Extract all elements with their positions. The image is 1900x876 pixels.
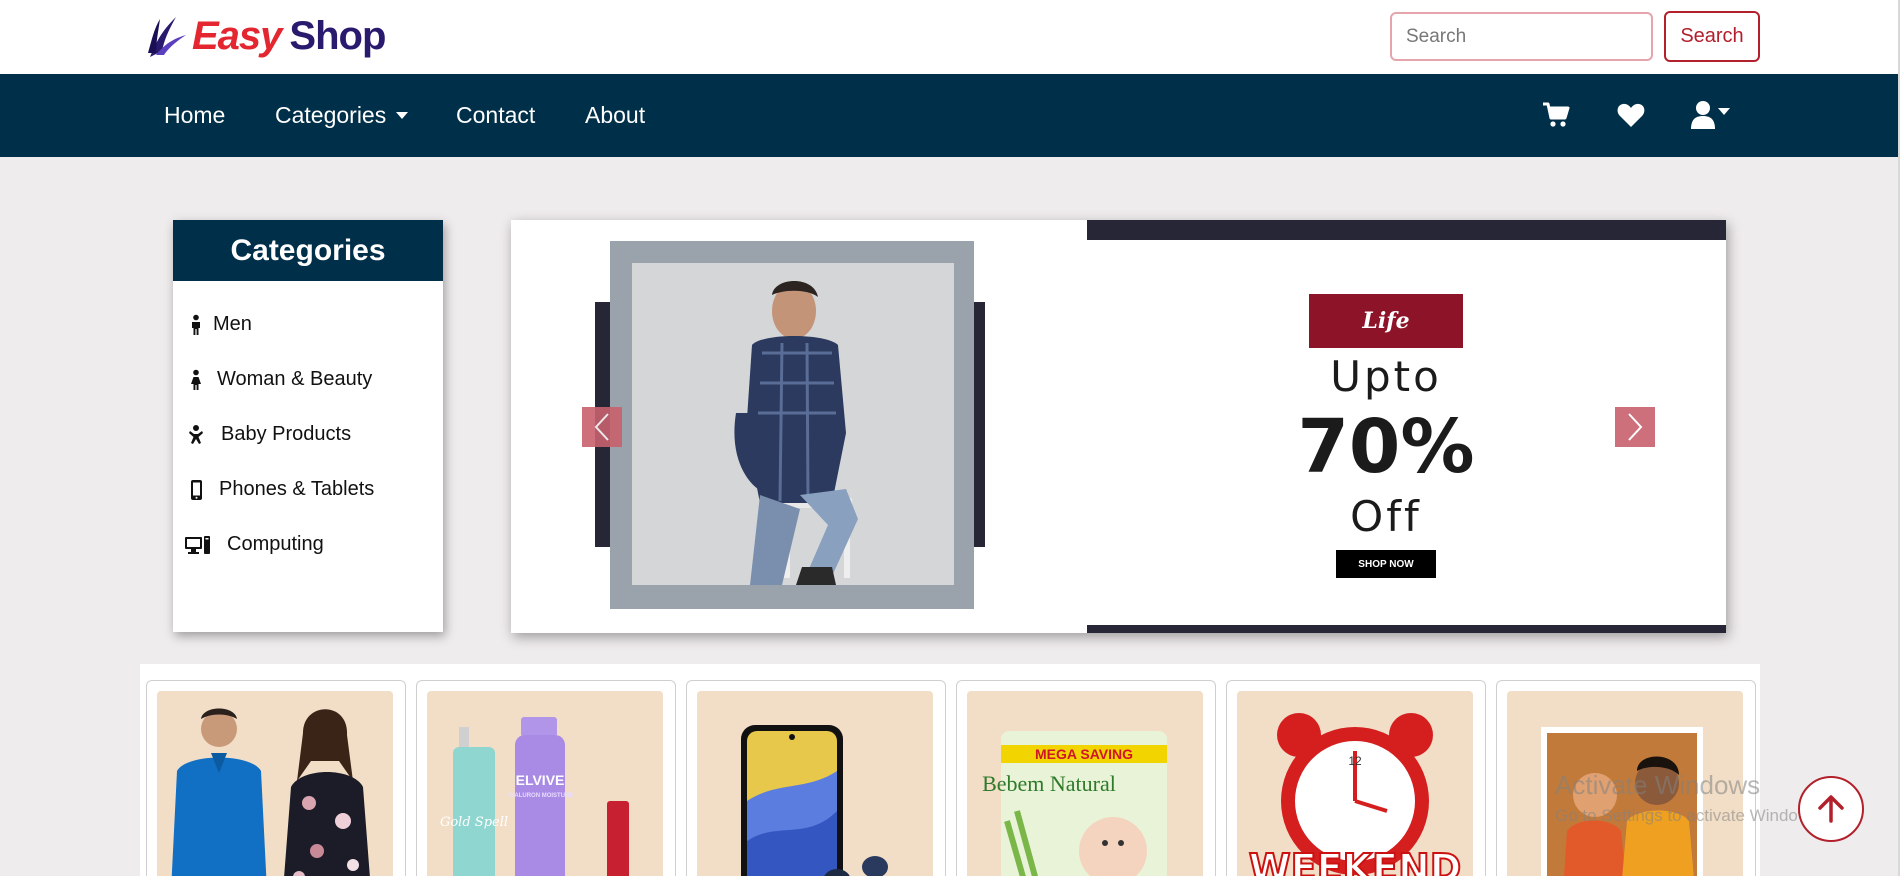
product-image-diapers: MEGA SAVING Bebem Natural [967, 691, 1203, 876]
promo-badge: Life [1309, 294, 1463, 348]
product-image-weekend-deals: 12 WEEKEND [1237, 691, 1473, 876]
nav-contact[interactable]: Contact [456, 102, 535, 129]
bottle-label: Gold Spell [440, 815, 508, 830]
carousel-next-button[interactable] [1615, 407, 1655, 447]
product-card[interactable]: MEGA SAVING Bebem Natural [956, 680, 1216, 876]
nav-categories-label: Categories [275, 102, 387, 128]
nav-home[interactable]: Home [164, 102, 225, 129]
female-icon [191, 369, 201, 390]
nav-categories-dropdown[interactable]: Categories [275, 102, 409, 129]
shop-now-button[interactable]: SHOP NOW [1336, 550, 1436, 578]
model-photo [632, 263, 954, 585]
product-card[interactable] [686, 680, 946, 876]
caret-down-icon [396, 112, 409, 119]
promo-discount: 70% [1297, 404, 1475, 490]
arrow-up-icon [1818, 795, 1844, 823]
sidebar-item-men[interactable]: Men [173, 297, 443, 352]
os-watermark-subtitle: Go to Settings to activate Windows. [1555, 806, 1824, 825]
product-card[interactable]: 12 WEEKEND [1226, 680, 1486, 876]
user-icon [1691, 101, 1715, 129]
product-banner-text: MEGA SAVING [1035, 746, 1133, 762]
chevron-left-icon [594, 413, 609, 441]
categories-sidebar: Categories Men Woman & Beauty Baby Produ… [173, 220, 443, 632]
search-input[interactable] [1390, 12, 1653, 61]
caret-down-icon [1718, 108, 1730, 115]
product-subtext: HYALURON MOISTURE [507, 793, 574, 799]
bird-logo-icon [148, 17, 186, 57]
category-list: Men Woman & Beauty Baby Products Phones … [173, 281, 443, 572]
baby-icon [189, 424, 203, 444]
sidebar-title: Categories [173, 220, 443, 281]
promo-line-upto: Upto [1330, 352, 1442, 401]
product-image-beauty: Gold Spell ELVIVE HYALURON MOISTURE [427, 691, 663, 876]
sidebar-item-label: Woman & Beauty [217, 368, 373, 390]
cart-icon[interactable] [1541, 100, 1571, 130]
product-image-fashion [157, 691, 393, 876]
user-menu-dropdown[interactable] [1690, 100, 1738, 130]
nav-about[interactable]: About [585, 102, 645, 129]
heart-icon[interactable] [1616, 100, 1646, 130]
chevron-right-icon [1628, 413, 1643, 441]
banner-bottom-stripe [1087, 625, 1726, 633]
brand-name-easy: Easy [192, 13, 282, 58]
sidebar-item-label: Phones & Tablets [219, 478, 375, 500]
product-brand-text: Bebem Natural [982, 771, 1116, 796]
product-brand-text: ELVIVE [516, 772, 565, 788]
product-image-phone [697, 691, 933, 876]
promo-line-off: Off [1350, 492, 1422, 541]
svg-text:12: 12 [1348, 754, 1362, 768]
search-button[interactable]: Search [1664, 11, 1760, 62]
sidebar-item-label: Computing [227, 533, 324, 555]
phone-icon [191, 479, 202, 500]
sidebar-item-computing[interactable]: Computing [173, 517, 443, 572]
male-icon [192, 314, 200, 335]
sidebar-item-label: Baby Products [221, 423, 352, 445]
sidebar-item-label: Men [213, 313, 252, 335]
hero-carousel[interactable]: Life Upto 70% Off SHOP NOW [511, 220, 1726, 633]
brand-name-shop: Shop [289, 13, 386, 58]
product-card[interactable] [146, 680, 406, 876]
photo-frame [610, 241, 974, 609]
product-strip: Gold Spell ELVIVE HYALURON MOISTURE MEGA… [140, 664, 1760, 876]
sidebar-item-woman-beauty[interactable]: Woman & Beauty [173, 352, 443, 407]
scroll-to-top-button[interactable] [1798, 776, 1864, 842]
top-header: Easy Shop Search [0, 0, 1900, 74]
product-card[interactable]: Gold Spell ELVIVE HYALURON MOISTURE [416, 680, 676, 876]
brand-logo[interactable]: Easy Shop [146, 12, 386, 60]
os-watermark-title: Activate Windows [1555, 770, 1761, 800]
seated-man-image [734, 281, 858, 585]
carousel-prev-button[interactable] [582, 407, 622, 447]
product-overlay-text: WEEKEND [1249, 846, 1462, 876]
banner-top-stripe [1087, 220, 1726, 240]
computer-icon [185, 535, 210, 554]
main-navbar: Home Categories Contact About [0, 74, 1900, 157]
sidebar-item-baby-products[interactable]: Baby Products [173, 407, 443, 462]
sidebar-item-phones-tablets[interactable]: Phones & Tablets [173, 462, 443, 517]
